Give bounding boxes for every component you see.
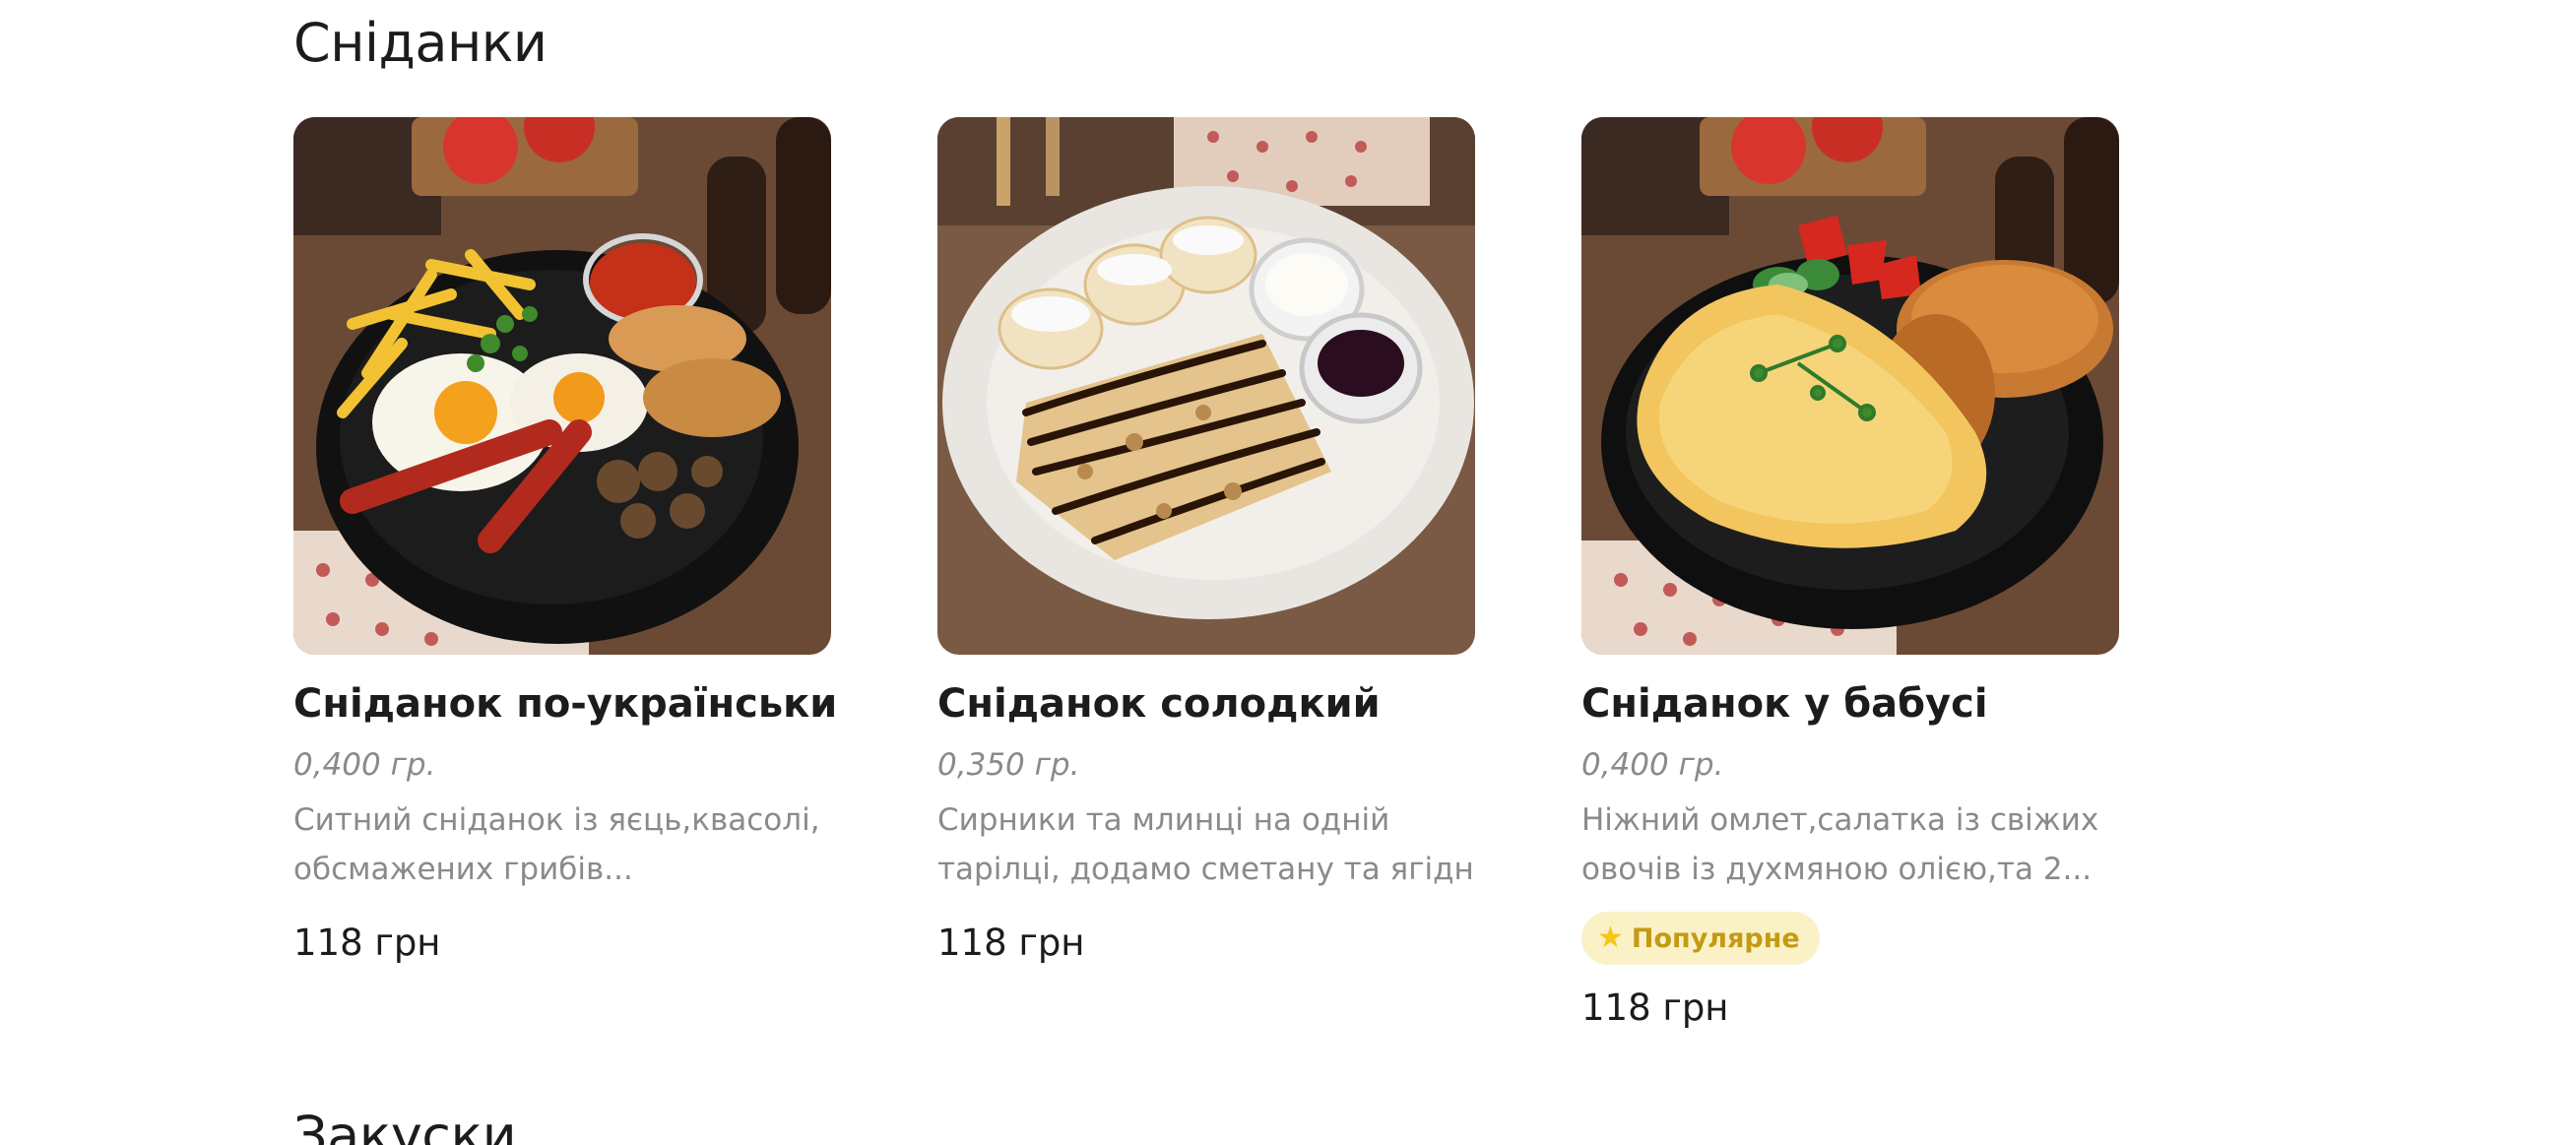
dish-name[interactable]: Сніданок по-українськи — [293, 680, 837, 728]
dish-photo[interactable] — [293, 117, 831, 655]
menu-page: Сніданки Сніданок по-українськи 0,400 гр… — [0, 0, 2576, 1145]
popular-badge: ★ Популярне — [1581, 912, 1820, 966]
dish-photo-sweet-breakfast — [937, 117, 1475, 655]
dish-photo[interactable] — [1581, 117, 2119, 655]
dish-grid: Сніданок по-українськи 0,400 гр. Ситний … — [293, 117, 2119, 1031]
popular-badge-label: Популярне — [1631, 922, 1800, 954]
dish-description: Ніжний омлет,салатка із свіжих овочів із… — [1581, 795, 2119, 894]
dish-name[interactable]: Сніданок у бабусі — [1581, 680, 2119, 728]
star-icon: ★ — [1597, 921, 1624, 956]
dish-photo-grandma-breakfast — [1581, 117, 2119, 655]
dish-description-line: тарілці, додамо сметану та ягідни... — [937, 852, 1475, 888]
dish-price: 118 грн — [1581, 986, 1729, 1030]
dish-weight: 0,400 гр. — [293, 747, 436, 783]
dish-price: 118 грн — [937, 922, 1085, 965]
dish-weight: 0,350 гр. — [937, 747, 1080, 783]
dish-description: Ситний сніданок із яєць,квасолі, обсмаже… — [293, 795, 831, 894]
dish-description-line: Ситний сніданок із яєць,квасолі, — [293, 802, 820, 839]
dish-card[interactable]: Сніданок у бабусі 0,400 гр. Ніжний омлет… — [1581, 117, 2119, 1031]
dish-photo-ukrainian-breakfast — [293, 117, 831, 655]
dish-description-line: овочів із духмяною олією,та 2... — [1581, 852, 2093, 888]
dish-card[interactable]: Сніданок солодкий 0,350 гр. Сирники та м… — [937, 117, 1475, 1031]
dish-name[interactable]: Сніданок солодкий — [937, 680, 1475, 728]
dish-description: Сирники та млинці на одній тарілці, дода… — [937, 795, 1475, 894]
dish-description-line: обсмажених грибів... — [293, 852, 633, 888]
dish-price: 118 грн — [293, 922, 441, 965]
section-title-breakfasts: Сніданки — [293, 12, 547, 74]
dish-description-line: Ніжний омлет,салатка із свіжих — [1581, 802, 2099, 839]
dish-photo[interactable] — [937, 117, 1475, 655]
section-title-snacks: Закуски — [293, 1105, 517, 1145]
dish-description-line: Сирники та млинці на одній — [937, 802, 1390, 839]
dish-weight: 0,400 гр. — [1581, 747, 1724, 783]
dish-card[interactable]: Сніданок по-українськи 0,400 гр. Ситний … — [293, 117, 837, 1031]
